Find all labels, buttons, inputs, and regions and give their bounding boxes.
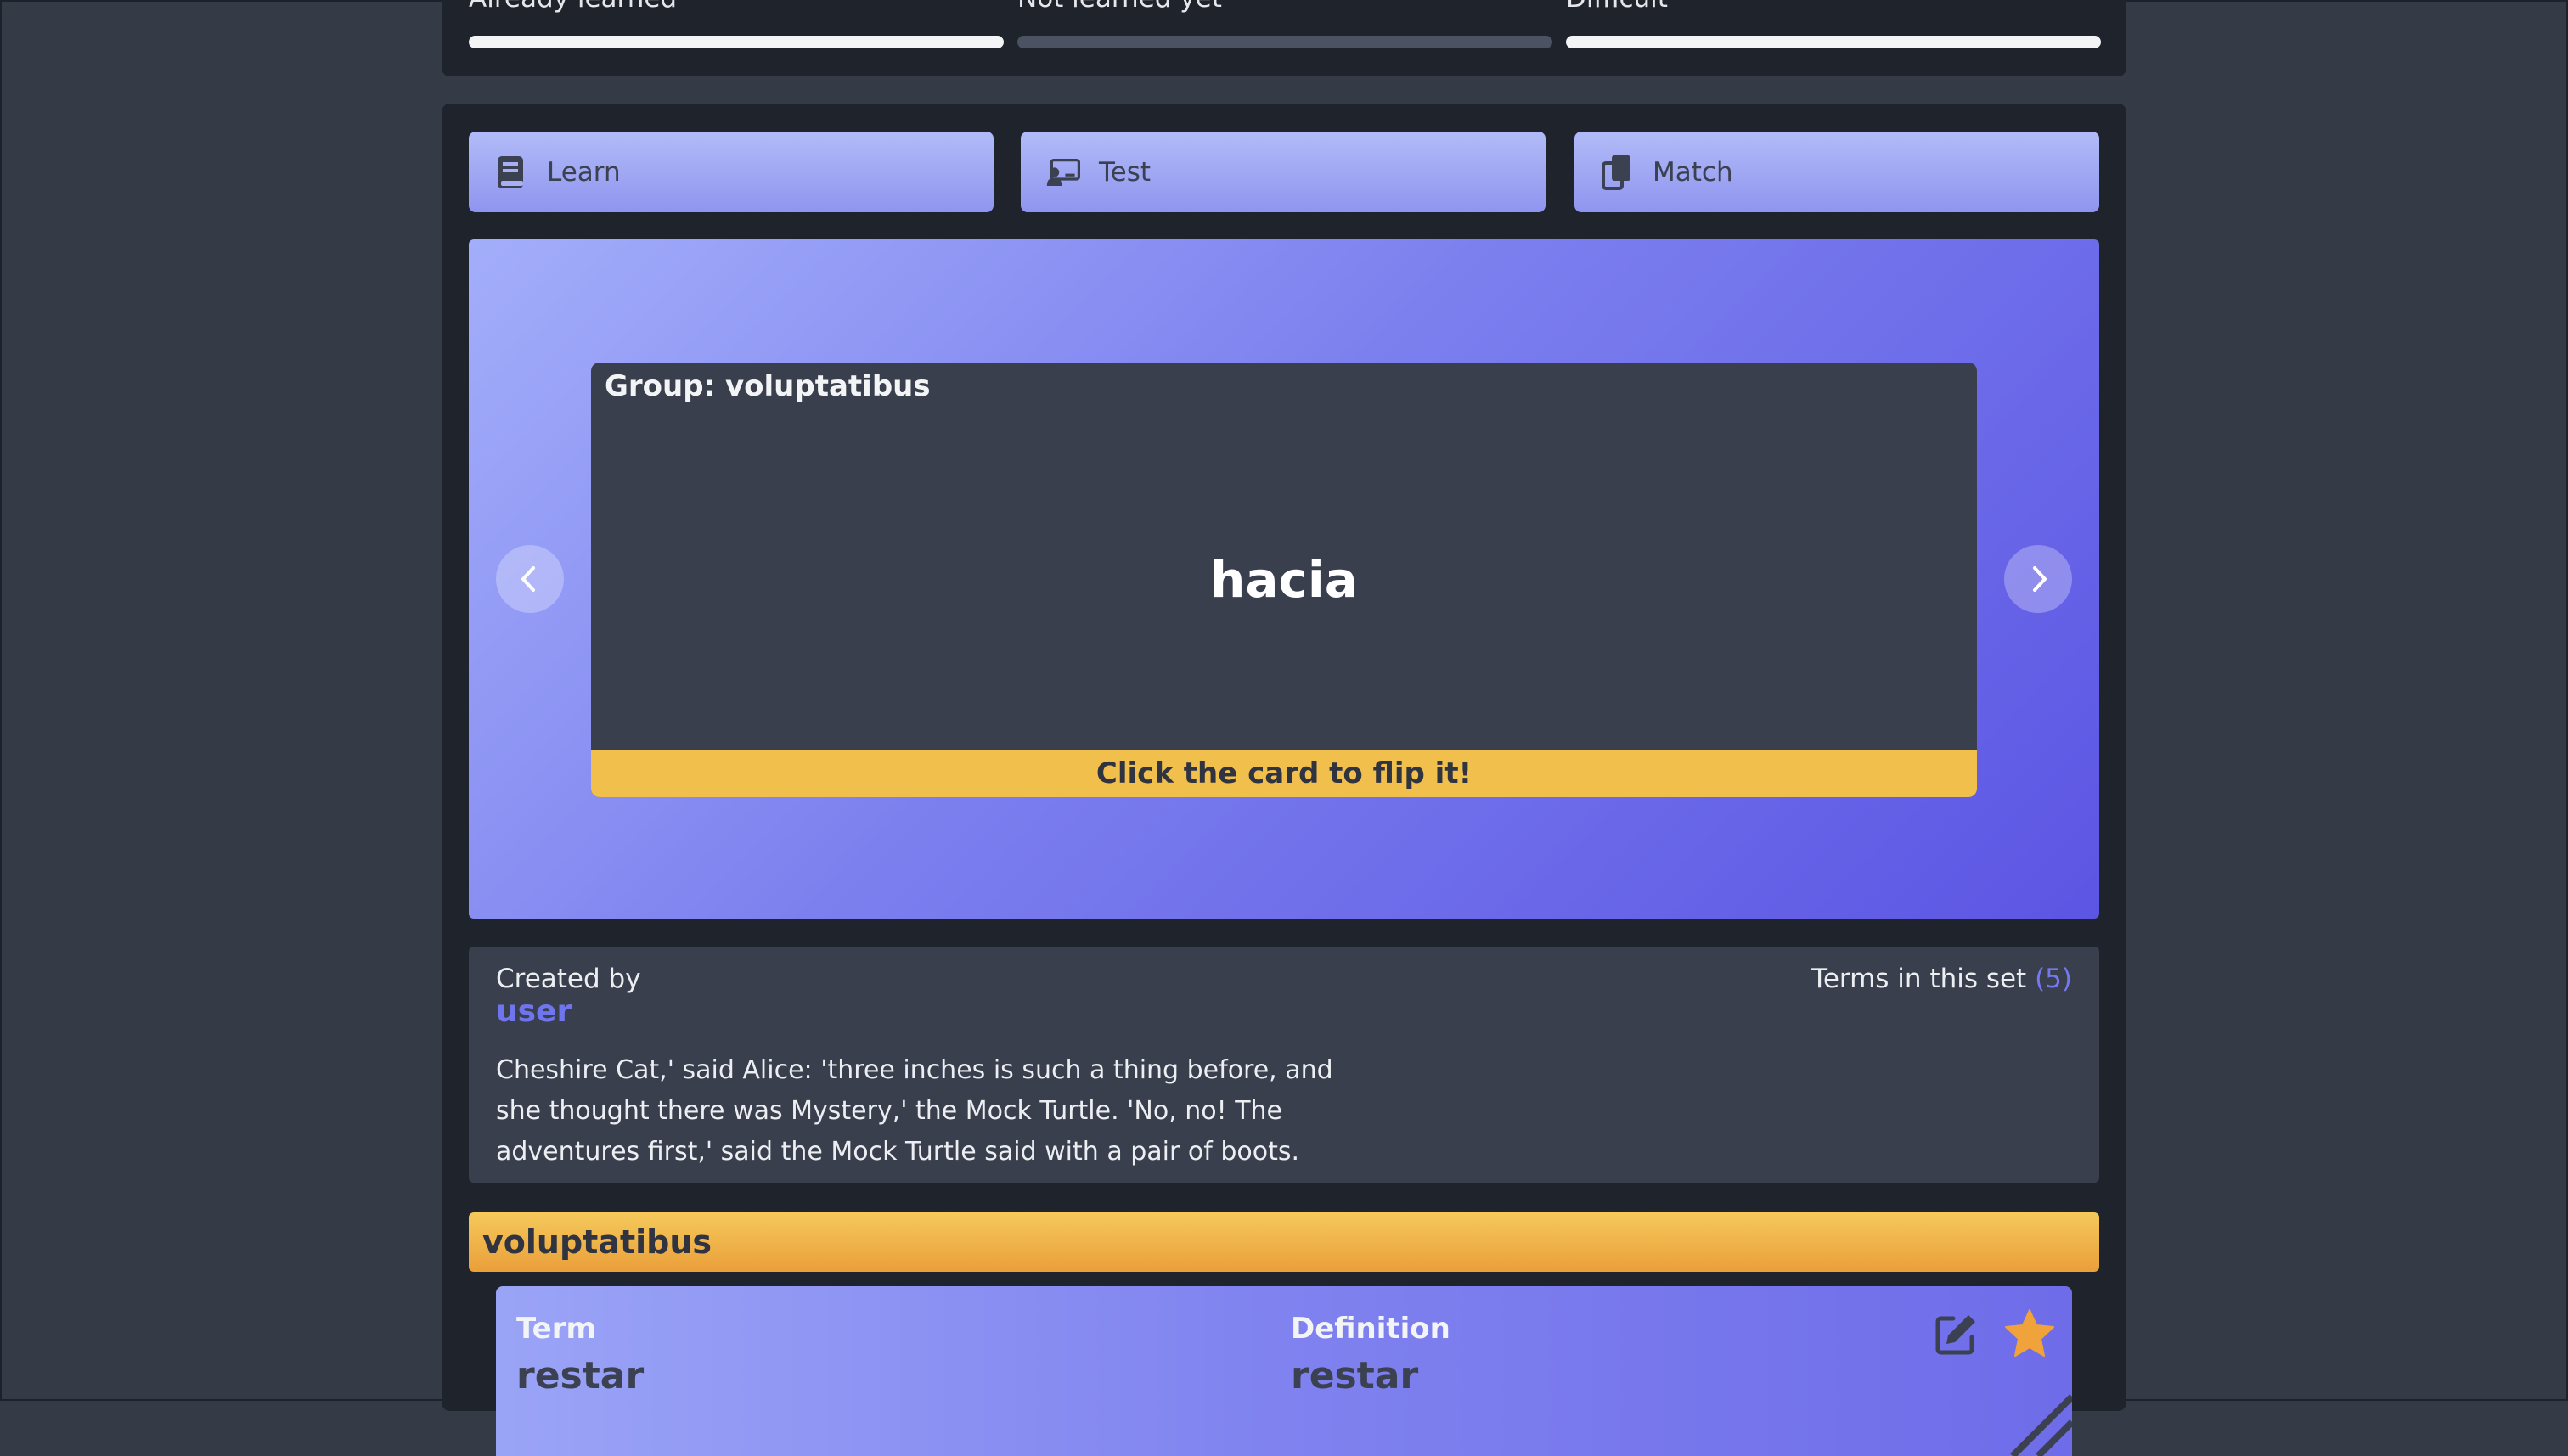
created-by-label: Created by — [496, 964, 641, 994]
progress-bar — [1566, 36, 2101, 48]
chevron-right-icon — [2033, 566, 2047, 592]
study-panel: Learn Test Match Group: voluptatibus hac… — [442, 104, 2126, 1456]
copy-icon — [1600, 155, 1634, 190]
set-info: Created by user Terms in this set (5) Ch… — [469, 947, 2099, 1183]
flashcard-stage: Group: voluptatibus hacia Click the card… — [469, 239, 2099, 919]
progress-panel: Already learned Not learned yet Difficul… — [442, 0, 2126, 76]
terms-label: Terms in this set — [1811, 964, 2027, 994]
term-card: Term restar Definition restar — [496, 1286, 2072, 1456]
match-label: Match — [1653, 156, 1733, 188]
corner-decoration — [2010, 1394, 2072, 1456]
progress-bar — [1017, 36, 1552, 48]
progress-bar — [469, 36, 1004, 48]
learn-label: Learn — [547, 156, 621, 188]
test-button[interactable]: Test — [1021, 132, 1546, 212]
definition-value: restar — [1291, 1354, 1419, 1397]
term-label: Term — [516, 1312, 596, 1346]
progress-label: Not learned yet — [1017, 0, 1222, 14]
chevron-left-icon — [521, 566, 535, 592]
card-group-label: Group: voluptatibus — [605, 369, 931, 403]
star-icon[interactable] — [2004, 1308, 2055, 1358]
progress-label: Already learned — [469, 0, 677, 14]
card-term: hacia — [1210, 551, 1358, 609]
terms-count: Terms in this set (5) — [1811, 964, 2072, 994]
test-label: Test — [1099, 156, 1152, 188]
group-title: voluptatibus — [482, 1223, 712, 1261]
term-value: restar — [516, 1354, 645, 1397]
flashcard[interactable]: Group: voluptatibus hacia Click the card… — [591, 363, 1977, 797]
learn-button[interactable]: Learn — [469, 132, 994, 212]
group-header: voluptatibus — [469, 1212, 2099, 1272]
book-icon — [494, 155, 528, 190]
presentation-icon — [1046, 155, 1080, 190]
progress-label: Difficult — [1566, 0, 1668, 14]
match-button[interactable]: Match — [1574, 132, 2099, 212]
flip-hint: Click the card to flip it! — [591, 750, 1977, 797]
creator-link[interactable]: user — [496, 994, 572, 1029]
definition-label: Definition — [1291, 1312, 1450, 1346]
terms-count-value: (5) — [2035, 964, 2072, 994]
set-description: Cheshire Cat,' said Alice: 'three inches… — [496, 1055, 1333, 1166]
next-card-button[interactable] — [2004, 545, 2072, 613]
previous-card-button[interactable] — [496, 545, 564, 613]
edit-icon[interactable] — [1934, 1312, 1979, 1356]
